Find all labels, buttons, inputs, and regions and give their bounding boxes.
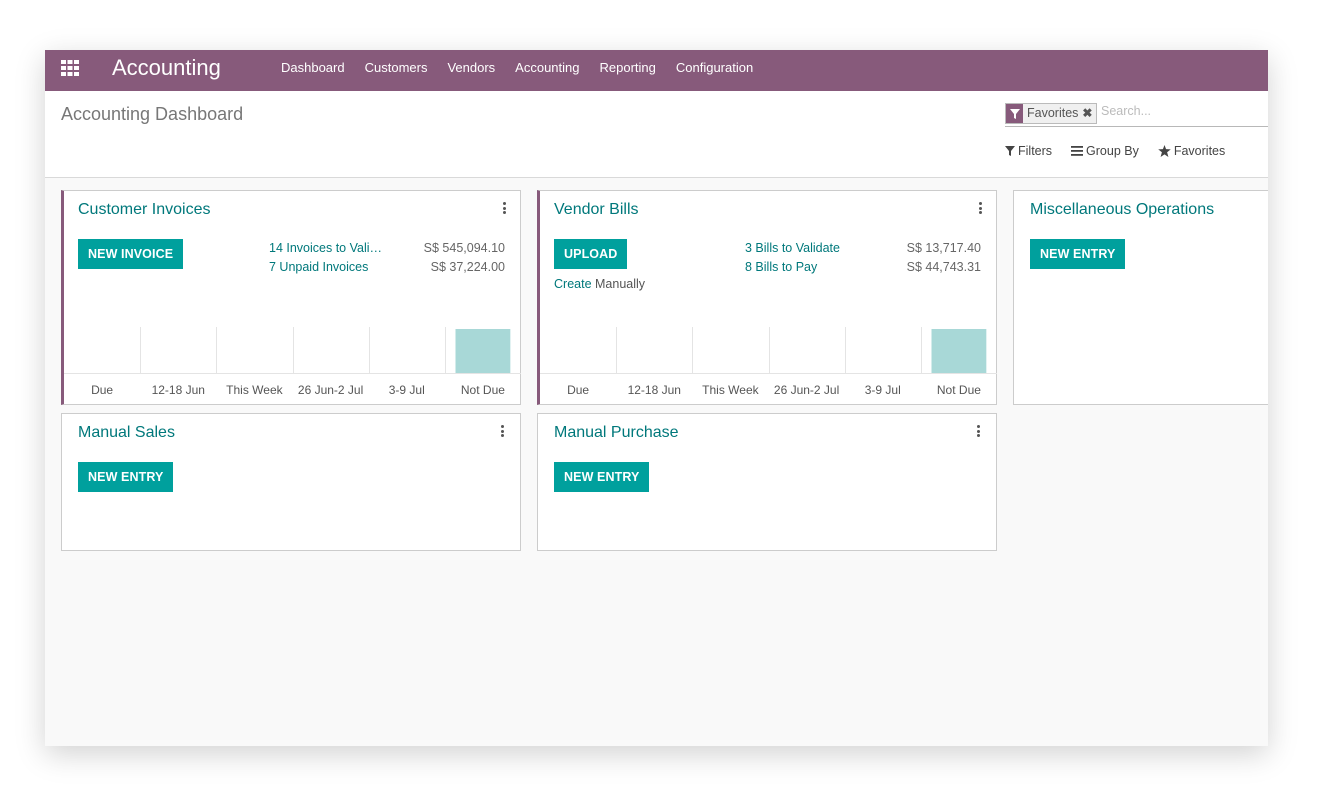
bills-to-pay-link[interactable]: 8 Bills to Pay (745, 260, 865, 274)
upload-button[interactable]: UPLOAD (554, 239, 628, 269)
tick-label: Due (91, 383, 113, 397)
search-input[interactable] (1101, 104, 1261, 118)
search-box: Favorites ✖ (1005, 101, 1268, 127)
filter-icon (1005, 146, 1015, 156)
kebab-menu-icon[interactable] (501, 425, 505, 437)
aging-chart-svg: Due 12-18 Jun This Week 26 Jun-2 Jul 3-9 Jul… (540, 327, 997, 397)
facet-label: Favorites (1027, 106, 1079, 120)
filter-icon (1006, 104, 1023, 123)
card-title[interactable]: Vendor Bills (554, 201, 639, 219)
aging-chart-svg: Due 12-18 Jun This Week 26 Jun-2 Jul 3-9 Jul… (64, 327, 521, 397)
tick-label: This Week (226, 383, 283, 397)
top-navbar: Accounting Dashboard Customers Vendors A… (45, 50, 1268, 91)
favorites-button[interactable]: Favorites (1158, 144, 1225, 158)
new-entry-button[interactable]: NEW ENTRY (554, 462, 650, 492)
star-icon (1158, 145, 1171, 157)
create-manually-row: Create Manually (554, 277, 645, 291)
invoices-to-validate-link[interactable]: 14 Invoices to Validate (269, 241, 385, 255)
new-entry-button[interactable]: NEW ENTRY (78, 462, 174, 492)
tick-label: This Week (702, 383, 759, 397)
vendor-bills-card: Vendor Bills UPLOAD Create Manually 3 Bi… (537, 190, 997, 405)
manual-sales-card: Manual Sales NEW ENTRY (61, 413, 521, 551)
grid-icon[interactable] (61, 60, 79, 76)
customer-invoices-chart: Due 12-18 Jun This Week 26 Jun-2 Jul 3-9 Jul… (64, 327, 521, 405)
main-menu: Dashboard Customers Vendors Accounting R… (271, 50, 763, 91)
tick-label: 12-18 Jun (628, 383, 681, 397)
tick-label: Due (567, 383, 589, 397)
list-icon (1071, 146, 1084, 156)
filters-label: Filters (1018, 144, 1053, 158)
unpaid-invoices-link[interactable]: 7 Unpaid Invoices (269, 260, 389, 274)
menu-customers[interactable]: Customers (355, 50, 438, 91)
misc-operations-card: Miscellaneous Operations NEW ENTRY (1013, 190, 1268, 405)
bar (931, 329, 987, 373)
card-title[interactable]: Miscellaneous Operations (1030, 201, 1214, 219)
filters-button[interactable]: Filters (1005, 144, 1052, 158)
control-panel: Accounting Dashboard Favorites ✖ Filters… (45, 91, 1268, 178)
app-window: Accounting Dashboard Customers Vendors A… (45, 50, 1268, 746)
bills-to-validate-amount: S$ 13,717.40 (906, 241, 981, 255)
menu-configuration[interactable]: Configuration (666, 50, 763, 91)
tick-label: Not Due (461, 383, 505, 397)
card-title[interactable]: Manual Sales (78, 424, 175, 442)
create-suffix: Manually (595, 277, 646, 291)
manual-purchase-card: Manual Purchase NEW ENTRY (537, 413, 997, 551)
tick-label: 3-9 Jul (865, 383, 901, 397)
bills-to-validate-link[interactable]: 3 Bills to Validate (745, 241, 875, 255)
new-invoice-button[interactable]: NEW INVOICE (78, 239, 184, 269)
page-title: Accounting Dashboard (61, 104, 244, 124)
menu-reporting[interactable]: Reporting (590, 50, 666, 91)
bar (455, 329, 511, 373)
search-options: Filters Group By Favorites (1005, 144, 1244, 158)
kebab-menu-icon[interactable] (977, 425, 981, 437)
customer-invoices-card: Customer Invoices NEW INVOICE 14 Invoice… (61, 190, 521, 405)
app-title[interactable]: Accounting (112, 55, 221, 81)
close-icon[interactable]: ✖ (1082, 104, 1096, 123)
tick-label: 3-9 Jul (389, 383, 425, 397)
kebab-menu-icon[interactable] (503, 202, 507, 214)
bills-to-pay-amount: S$ 44,743.31 (906, 260, 981, 274)
tick-label: 26 Jun-2 Jul (774, 383, 839, 397)
create-link[interactable]: Create (554, 277, 592, 291)
tick-label: Not Due (937, 383, 981, 397)
card-title[interactable]: Manual Purchase (554, 424, 679, 442)
group-by-button[interactable]: Group By (1071, 144, 1139, 158)
invoices-to-validate-amount: S$ 545,094.10 (423, 241, 505, 255)
favorites-label: Favorites (1173, 144, 1226, 158)
group-by-label: Group By (1086, 144, 1139, 158)
card-title[interactable]: Customer Invoices (78, 201, 211, 219)
search-facet[interactable]: Favorites ✖ (1005, 103, 1098, 124)
tick-label: 12-18 Jun (152, 383, 205, 397)
menu-dashboard[interactable]: Dashboard (271, 50, 355, 91)
menu-vendors[interactable]: Vendors (437, 50, 505, 91)
new-entry-button[interactable]: NEW ENTRY (1030, 239, 1126, 269)
kebab-menu-icon[interactable] (979, 202, 983, 214)
unpaid-invoices-amount: S$ 37,224.00 (430, 260, 505, 274)
menu-accounting[interactable]: Accounting (505, 50, 589, 91)
vendor-bills-chart: Due 12-18 Jun This Week 26 Jun-2 Jul 3-9 Jul… (540, 327, 997, 405)
tick-label: 26 Jun-2 Jul (298, 383, 363, 397)
